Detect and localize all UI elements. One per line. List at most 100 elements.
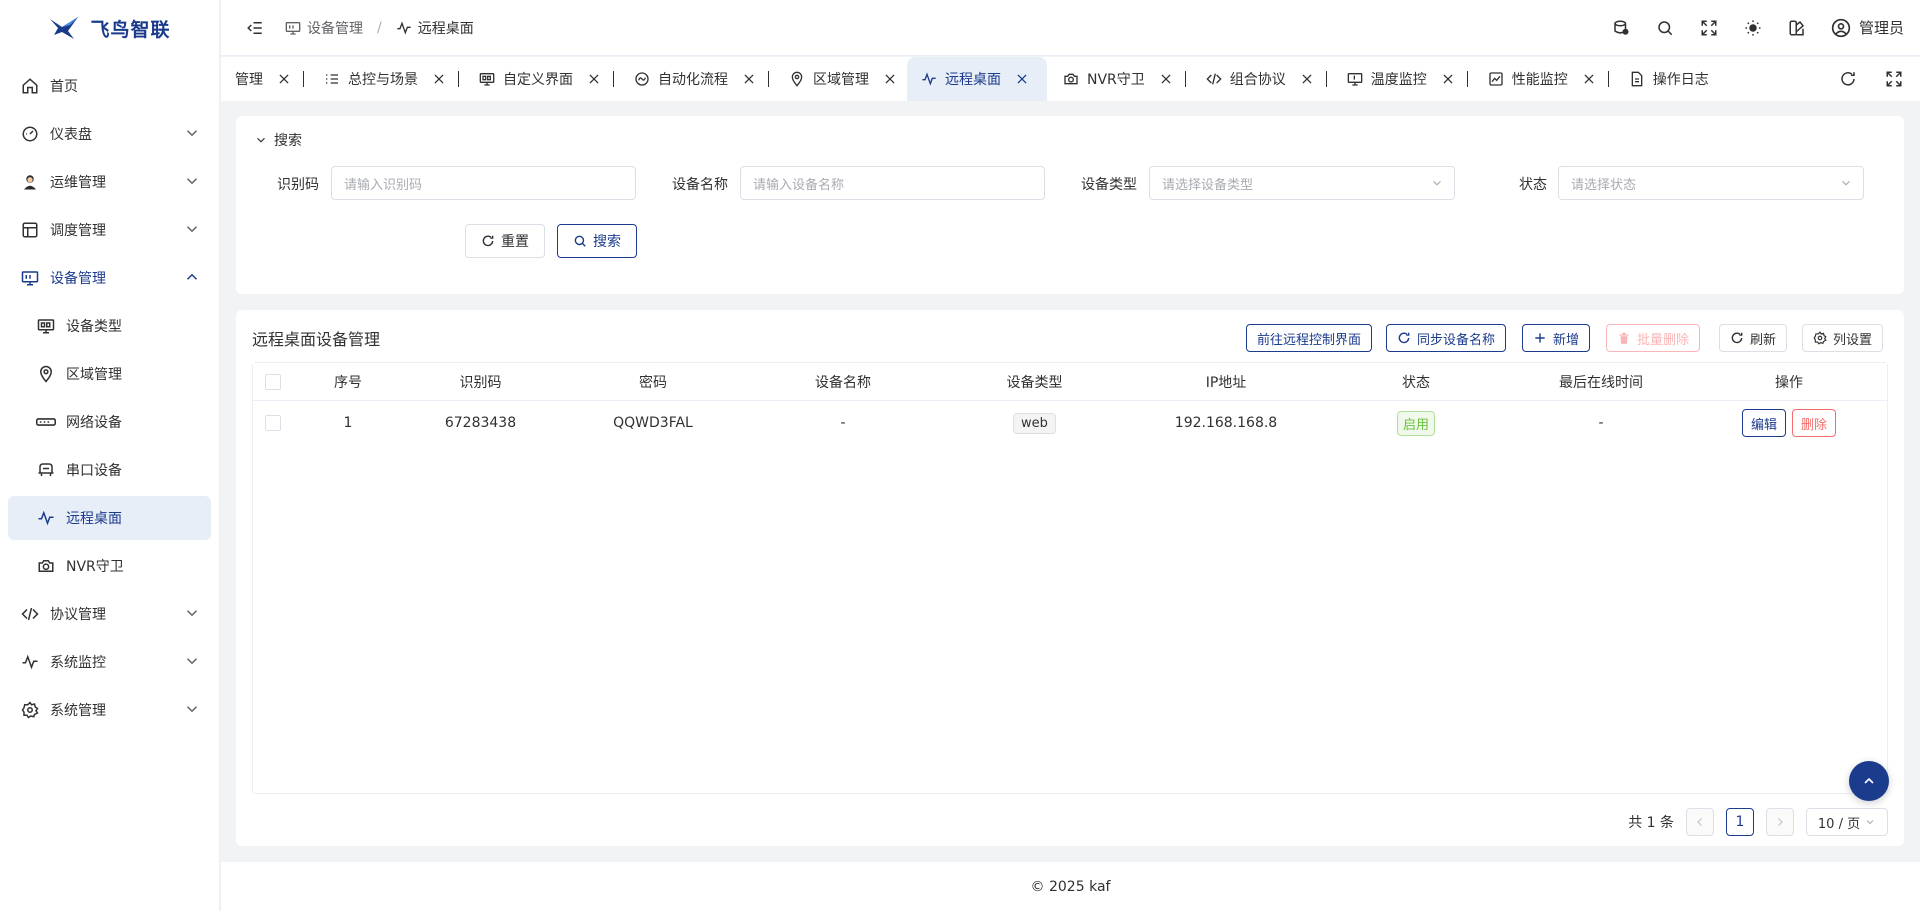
sidebar-item-network[interactable]: 网络设备 bbox=[8, 400, 211, 444]
user-menu[interactable]: 管理员 bbox=[1831, 17, 1904, 38]
tab-item[interactable]: 总控与场景 bbox=[314, 57, 469, 101]
code-input[interactable]: 请输入识别码 bbox=[331, 166, 636, 200]
tab-item[interactable]: 性能监控 bbox=[1478, 57, 1619, 101]
refresh-label: 刷新 bbox=[1750, 332, 1777, 348]
table-header: 序号 识别码 密码 设备名称 设备类型 IP地址 状态 最后在线时间 操作 bbox=[253, 363, 1887, 401]
sync-names-button[interactable]: 同步设备名称 bbox=[1386, 324, 1507, 352]
monitor-icon bbox=[479, 71, 495, 87]
trash-icon bbox=[1617, 331, 1631, 345]
tab-remote-desktop[interactable]: 远程桌面 bbox=[907, 57, 1047, 101]
tab-item[interactable]: 组合协议 bbox=[1196, 57, 1337, 101]
search-toggle[interactable]: 搜索 bbox=[254, 130, 302, 150]
theme-icon[interactable] bbox=[1787, 18, 1807, 38]
sidebar-item-nvr[interactable]: NVR守卫 bbox=[8, 544, 211, 588]
column-header: 操作 bbox=[1775, 374, 1803, 391]
tab-item[interactable]: 操作日志 bbox=[1619, 57, 1719, 101]
refresh-button[interactable]: 刷新 bbox=[1719, 324, 1788, 352]
tab-item[interactable]: 自定义界面 bbox=[469, 57, 624, 101]
chevron-down-icon bbox=[183, 220, 201, 238]
collapse-menu-icon[interactable] bbox=[245, 18, 265, 38]
chevron-down-icon bbox=[183, 700, 201, 718]
schedule-icon bbox=[20, 220, 40, 240]
delete-button[interactable]: 删除 bbox=[1792, 409, 1837, 437]
sidebar-item-monitoring[interactable]: 系统监控 bbox=[8, 640, 211, 684]
pulse-icon bbox=[20, 652, 40, 672]
device-name-input[interactable]: 请输入设备名称 bbox=[740, 166, 1045, 200]
sidebar-item-home[interactable]: 首页 bbox=[8, 64, 211, 108]
sidebar-item-device-types[interactable]: 设备类型 bbox=[8, 304, 211, 348]
row-checkbox[interactable] bbox=[265, 415, 281, 431]
row-device-name: - bbox=[840, 415, 846, 431]
sidebar-item-system[interactable]: 系统管理 bbox=[8, 688, 211, 732]
page-number[interactable]: 1 bbox=[1726, 808, 1754, 836]
refresh-icon[interactable] bbox=[1838, 69, 1858, 89]
device-type-select[interactable]: 请选择设备类型 bbox=[1149, 166, 1455, 200]
goto-remote-button[interactable]: 前往远程控制界面 bbox=[1246, 324, 1373, 352]
close-icon[interactable] bbox=[883, 72, 897, 86]
page-size-select[interactable]: 10 / 页 bbox=[1806, 808, 1888, 836]
close-icon[interactable] bbox=[1582, 72, 1596, 86]
chart-icon bbox=[1488, 71, 1504, 87]
fullscreen-icon[interactable] bbox=[1884, 69, 1904, 89]
tab-item[interactable]: 温度监控 bbox=[1337, 57, 1478, 101]
status-select[interactable]: 请选择状态 bbox=[1558, 166, 1864, 200]
breadcrumb-separator: / bbox=[377, 19, 382, 36]
chevron-down-icon bbox=[183, 124, 201, 142]
fullscreen-icon[interactable] bbox=[1699, 18, 1719, 38]
close-icon[interactable] bbox=[277, 72, 291, 86]
column-header: 状态 bbox=[1402, 374, 1430, 391]
code-icon bbox=[1206, 71, 1222, 87]
column-settings-button[interactable]: 列设置 bbox=[1802, 324, 1884, 352]
sidebar-item-areas[interactable]: 区域管理 bbox=[8, 352, 211, 396]
type-tag: web bbox=[1013, 412, 1056, 434]
chevron-down-icon bbox=[1839, 176, 1853, 190]
close-icon[interactable] bbox=[1015, 72, 1029, 86]
breadcrumb-item[interactable]: 设备管理 bbox=[307, 18, 363, 38]
reset-button[interactable]: 重置 bbox=[465, 224, 545, 258]
sidebar-item-devices[interactable]: 设备管理 bbox=[8, 256, 211, 300]
select-all-checkbox[interactable] bbox=[265, 373, 281, 390]
chevron-up-icon bbox=[183, 268, 201, 286]
sidebar-item-schedule[interactable]: 调度管理 bbox=[8, 208, 211, 252]
close-icon[interactable] bbox=[1300, 72, 1314, 86]
tab-item[interactable]: 管理 bbox=[221, 57, 314, 101]
total-count: 共 1 条 bbox=[1628, 815, 1674, 831]
back-to-top-button[interactable] bbox=[1849, 761, 1889, 801]
dashboard-icon bbox=[20, 124, 40, 144]
document-icon bbox=[1629, 71, 1645, 87]
column-header: 最后在线时间 bbox=[1559, 374, 1643, 391]
prev-page-button[interactable] bbox=[1686, 808, 1714, 836]
sidebar-item-ops[interactable]: 运维管理 bbox=[8, 160, 211, 204]
column-settings-label: 列设置 bbox=[1833, 332, 1873, 348]
database-icon[interactable] bbox=[1611, 18, 1631, 38]
close-icon[interactable] bbox=[742, 72, 756, 86]
brand-name: 飞鸟智联 bbox=[90, 18, 171, 41]
pulse-icon bbox=[36, 508, 56, 528]
tab-divider bbox=[768, 71, 769, 87]
header: 设备管理 / 远程桌面 管理员 bbox=[221, 0, 1920, 56]
add-button[interactable]: 新增 bbox=[1522, 324, 1591, 352]
sidebar-item-remote-desktop[interactable]: 远程桌面 bbox=[8, 496, 211, 540]
add-label: 新增 bbox=[1553, 332, 1580, 348]
tab-label: 总控与场景 bbox=[348, 72, 418, 88]
sidebar-item-protocols[interactable]: 协议管理 bbox=[8, 592, 211, 636]
batch-delete-button[interactable]: 批量删除 bbox=[1606, 324, 1701, 352]
sidebar-item-serial[interactable]: 串口设备 bbox=[8, 448, 211, 492]
sidebar-item-label: 首页 bbox=[50, 79, 78, 95]
tab-item[interactable]: 区域管理 bbox=[779, 57, 907, 101]
sun-icon[interactable] bbox=[1743, 18, 1763, 38]
tab-label: 自动化流程 bbox=[658, 72, 728, 88]
close-icon[interactable] bbox=[587, 72, 601, 86]
close-icon[interactable] bbox=[432, 72, 446, 86]
close-icon[interactable] bbox=[1441, 72, 1455, 86]
tab-item[interactable]: NVR守卫 bbox=[1047, 57, 1196, 101]
search-button[interactable]: 搜索 bbox=[557, 224, 637, 258]
sidebar-item-dashboard[interactable]: 仪表盘 bbox=[8, 112, 211, 156]
tab-label: 区域管理 bbox=[813, 72, 869, 88]
edit-button[interactable]: 编辑 bbox=[1741, 409, 1786, 437]
tab-item[interactable]: 自动化流程 bbox=[624, 57, 779, 101]
search-icon[interactable] bbox=[1655, 18, 1675, 38]
close-icon[interactable] bbox=[1159, 72, 1173, 86]
tab-label: 自定义界面 bbox=[503, 72, 573, 88]
next-page-button[interactable] bbox=[1766, 808, 1794, 836]
